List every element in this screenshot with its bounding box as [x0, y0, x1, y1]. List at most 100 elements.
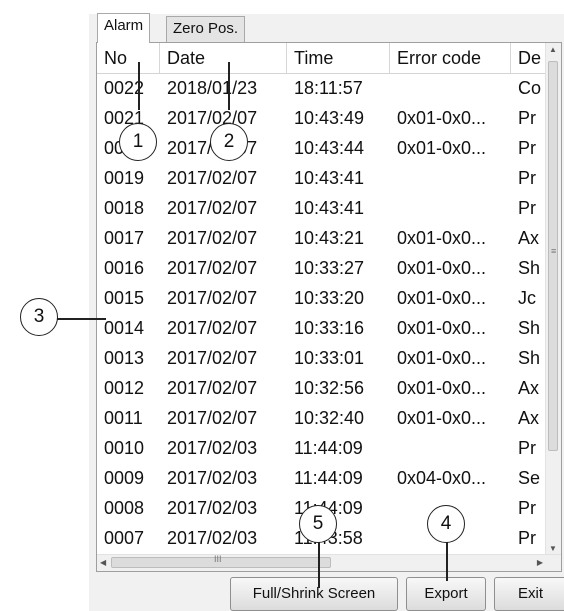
vertical-scroll-thumb[interactable]: ≡ [548, 61, 558, 451]
cell-description: Pr [518, 138, 536, 158]
cell-time: 18:11:57 [294, 78, 363, 98]
alarm-list-header: No Date Time Error code De [97, 43, 547, 74]
scroll-up-arrow-icon[interactable]: ▲ [549, 45, 557, 54]
cell-no: 0008 [104, 498, 145, 518]
cell-no: 0022 [104, 78, 145, 98]
horizontal-scrollbar[interactable]: ◀ III ▶ [97, 554, 561, 571]
cell-description: Ax [518, 228, 540, 248]
cell-time: 10:33:16 [294, 318, 365, 338]
callout-2: 2 [210, 123, 248, 161]
column-header-error-code[interactable]: Error code [390, 43, 511, 73]
cell-no: 0007 [104, 528, 145, 548]
column-header-time[interactable]: Time [287, 43, 390, 73]
tab-zero-pos[interactable]: Zero Pos. [166, 16, 246, 42]
cell-error-code: 0x01-0x0... [397, 288, 487, 308]
cell-time: 10:33:27 [294, 258, 365, 278]
callout-3-leader [50, 318, 106, 320]
cell-description: Pr [518, 108, 536, 128]
cell-error-code: 0x01-0x0... [397, 348, 487, 368]
vertical-thumb-grip: ≡ [551, 246, 557, 256]
callout-4: 4 [427, 505, 465, 543]
scroll-left-arrow-icon[interactable]: ◀ [100, 558, 106, 567]
cell-description: Pr [518, 198, 536, 218]
cell-time: 10:43:41 [294, 168, 365, 188]
table-row[interactable]: 0016 2017/02/07 10:33:27 0x01-0x0... Sh [97, 253, 547, 283]
callout-5-leader [318, 541, 320, 588]
table-row[interactable]: 0013 2017/02/07 10:33:01 0x01-0x0... Sh [97, 343, 547, 373]
full-shrink-screen-button[interactable]: Full/Shrink Screen [230, 577, 398, 611]
table-row[interactable]: 0019 2017/02/07 10:43:41 Pr [97, 163, 547, 193]
table-row[interactable]: 0012 2017/02/07 10:32:56 0x01-0x0... Ax [97, 373, 547, 403]
callout-4-leader [446, 541, 448, 581]
table-row[interactable]: 0011 2017/02/07 10:32:40 0x01-0x0... Ax [97, 403, 547, 433]
horizontal-scroll-thumb[interactable]: III [111, 554, 331, 568]
table-row[interactable]: 0018 2017/02/07 10:43:41 Pr [97, 193, 547, 223]
cell-no: 0013 [104, 348, 145, 368]
exit-button[interactable]: Exit [494, 577, 564, 611]
cell-error-code: 0x04-0x0... [397, 468, 487, 488]
cell-time: 10:32:56 [294, 378, 365, 398]
cell-time: 10:33:20 [294, 288, 365, 308]
cell-date: 2017/02/07 [167, 348, 258, 368]
callout-1: 1 [119, 123, 157, 161]
alarm-list[interactable]: No Date Time Error code De 0022 2018/01/2… [96, 42, 562, 572]
table-row[interactable]: 0022 2018/01/23 18:11:57 Co [97, 73, 547, 103]
cell-time: 10:32:40 [294, 408, 365, 428]
table-row[interactable]: 0015 2017/02/07 10:33:20 0x01-0x0... Jc [97, 283, 547, 313]
cell-description: Co [518, 78, 542, 98]
cell-description: Pr [518, 528, 536, 548]
cell-error-code: 0x01-0x0... [397, 258, 487, 278]
cell-no: 0016 [104, 258, 145, 278]
cell-no: 0018 [104, 198, 145, 218]
cell-time: 10:43:49 [294, 108, 365, 128]
cell-error-code: 0x01-0x0... [397, 138, 487, 158]
table-row[interactable]: 0014 2017/02/07 10:33:16 0x01-0x0... Sh [97, 313, 547, 343]
column-header-date[interactable]: Date [160, 43, 287, 73]
horizontal-thumb-grip: III [214, 554, 222, 564]
cell-description: Ax [518, 408, 540, 428]
cell-date: 2017/02/07 [167, 198, 258, 218]
cell-date: 2017/02/07 [167, 228, 258, 248]
cell-time: 10:43:44 [294, 138, 365, 158]
alarm-list-viewport: No Date Time Error code De 0022 2018/01/2… [97, 43, 547, 555]
cell-date: 2017/02/03 [167, 438, 258, 458]
cell-date: 2017/02/07 [167, 378, 258, 398]
cell-error-code: 0x01-0x0... [397, 378, 487, 398]
cell-date: 2017/02/03 [167, 528, 258, 548]
scroll-right-arrow-icon[interactable]: ▶ [537, 558, 543, 567]
cell-no: 0010 [104, 438, 145, 458]
cell-no: 0014 [104, 318, 145, 338]
cell-no: 0011 [104, 408, 143, 428]
column-header-description[interactable]: De [511, 43, 547, 73]
export-button[interactable]: Export [406, 577, 486, 611]
cell-date: 2017/02/07 [167, 408, 258, 428]
cell-date: 2017/02/07 [167, 288, 258, 308]
table-row[interactable]: 0010 2017/02/03 11:44:09 Pr [97, 433, 547, 463]
cell-error-code: 0x01-0x0... [397, 408, 487, 428]
cell-no: 0017 [104, 228, 145, 248]
scroll-down-arrow-icon[interactable]: ▼ [549, 544, 557, 553]
cell-description: Sh [518, 318, 541, 338]
vertical-scrollbar[interactable]: ▲ ≡ ▼ [545, 43, 561, 555]
cell-description: Pr [518, 438, 536, 458]
table-row[interactable]: 00202017/02/0710:43:440x01-0x0...Pr [97, 133, 547, 163]
table-row[interactable]: 0017 2017/02/07 10:43:21 0x01-0x0... Ax [97, 223, 547, 253]
cell-time: 10:43:41 [294, 198, 365, 218]
cell-error-code: 0x01-0x0... [397, 228, 487, 248]
cell-description: Jc [518, 288, 536, 308]
cell-description: Se [518, 468, 541, 488]
callout-2-leader [228, 62, 230, 110]
table-row[interactable]: 0009 2017/02/03 11:44:09 0x04-0x0... Se [97, 463, 547, 493]
table-row[interactable]: 0021 2017/02/07 10:43:49 0x01-0x0... Pr [97, 103, 547, 133]
cell-error-code: 0x01-0x0... [397, 318, 487, 338]
cell-date: 2018/01/23 [167, 78, 258, 98]
cell-description: Pr [518, 168, 536, 188]
cell-no: 0009 [104, 468, 145, 488]
tab-alarm[interactable]: Alarm [97, 13, 151, 43]
cell-time: 10:43:21 [294, 228, 365, 248]
cell-date: 2017/02/03 [167, 468, 258, 488]
cell-description: Sh [518, 348, 541, 368]
callout-5: 5 [299, 505, 337, 543]
column-header-no[interactable]: No [97, 43, 160, 73]
callout-3: 3 [20, 298, 58, 336]
